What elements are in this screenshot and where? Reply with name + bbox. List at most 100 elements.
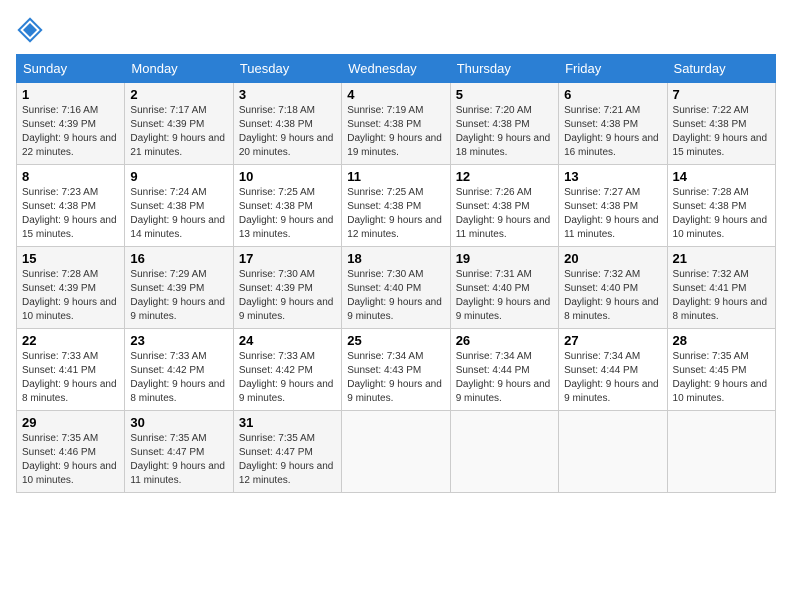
day-info: Sunrise: 7:32 AMSunset: 4:40 PMDaylight:… — [564, 269, 659, 322]
day-info: Sunrise: 7:26 AMSunset: 4:38 PMDaylight:… — [456, 187, 551, 240]
day-number: 12 — [456, 169, 553, 184]
calendar-cell: 31 Sunrise: 7:35 AMSunset: 4:47 PMDaylig… — [233, 411, 341, 493]
day-info: Sunrise: 7:17 AMSunset: 4:39 PMDaylight:… — [130, 105, 225, 158]
day-number: 6 — [564, 87, 661, 102]
weekday-header-saturday: Saturday — [667, 55, 775, 83]
day-info: Sunrise: 7:35 AMSunset: 4:47 PMDaylight:… — [130, 433, 225, 486]
weekday-header-thursday: Thursday — [450, 55, 558, 83]
calendar-table: SundayMondayTuesdayWednesdayThursdayFrid… — [16, 54, 776, 493]
weekday-header-friday: Friday — [559, 55, 667, 83]
day-number: 20 — [564, 251, 661, 266]
day-number: 27 — [564, 333, 661, 348]
calendar-cell: 28 Sunrise: 7:35 AMSunset: 4:45 PMDaylig… — [667, 329, 775, 411]
calendar-week-row: 22 Sunrise: 7:33 AMSunset: 4:41 PMDaylig… — [17, 329, 776, 411]
calendar-cell: 27 Sunrise: 7:34 AMSunset: 4:44 PMDaylig… — [559, 329, 667, 411]
calendar-cell: 17 Sunrise: 7:30 AMSunset: 4:39 PMDaylig… — [233, 247, 341, 329]
day-info: Sunrise: 7:34 AMSunset: 4:44 PMDaylight:… — [456, 351, 551, 404]
day-info: Sunrise: 7:25 AMSunset: 4:38 PMDaylight:… — [239, 187, 334, 240]
day-number: 23 — [130, 333, 227, 348]
day-number: 11 — [347, 169, 444, 184]
day-info: Sunrise: 7:24 AMSunset: 4:38 PMDaylight:… — [130, 187, 225, 240]
calendar-cell: 12 Sunrise: 7:26 AMSunset: 4:38 PMDaylig… — [450, 165, 558, 247]
day-number: 1 — [22, 87, 119, 102]
day-info: Sunrise: 7:35 AMSunset: 4:46 PMDaylight:… — [22, 433, 117, 486]
calendar-cell: 14 Sunrise: 7:28 AMSunset: 4:38 PMDaylig… — [667, 165, 775, 247]
day-number: 2 — [130, 87, 227, 102]
page-header — [16, 16, 776, 44]
day-info: Sunrise: 7:29 AMSunset: 4:39 PMDaylight:… — [130, 269, 225, 322]
weekday-header-wednesday: Wednesday — [342, 55, 450, 83]
calendar-cell: 22 Sunrise: 7:33 AMSunset: 4:41 PMDaylig… — [17, 329, 125, 411]
calendar-cell: 3 Sunrise: 7:18 AMSunset: 4:38 PMDayligh… — [233, 83, 341, 165]
day-info: Sunrise: 7:28 AMSunset: 4:39 PMDaylight:… — [22, 269, 117, 322]
calendar-cell — [559, 411, 667, 493]
day-number: 14 — [673, 169, 770, 184]
day-info: Sunrise: 7:22 AMSunset: 4:38 PMDaylight:… — [673, 105, 768, 158]
day-number: 15 — [22, 251, 119, 266]
day-number: 25 — [347, 333, 444, 348]
day-info: Sunrise: 7:34 AMSunset: 4:44 PMDaylight:… — [564, 351, 659, 404]
calendar-cell: 21 Sunrise: 7:32 AMSunset: 4:41 PMDaylig… — [667, 247, 775, 329]
day-number: 13 — [564, 169, 661, 184]
day-info: Sunrise: 7:33 AMSunset: 4:42 PMDaylight:… — [130, 351, 225, 404]
calendar-cell: 15 Sunrise: 7:28 AMSunset: 4:39 PMDaylig… — [17, 247, 125, 329]
calendar-cell: 25 Sunrise: 7:34 AMSunset: 4:43 PMDaylig… — [342, 329, 450, 411]
calendar-cell: 13 Sunrise: 7:27 AMSunset: 4:38 PMDaylig… — [559, 165, 667, 247]
day-info: Sunrise: 7:20 AMSunset: 4:38 PMDaylight:… — [456, 105, 551, 158]
logo-icon — [16, 16, 44, 44]
calendar-cell: 23 Sunrise: 7:33 AMSunset: 4:42 PMDaylig… — [125, 329, 233, 411]
day-info: Sunrise: 7:21 AMSunset: 4:38 PMDaylight:… — [564, 105, 659, 158]
day-info: Sunrise: 7:18 AMSunset: 4:38 PMDaylight:… — [239, 105, 334, 158]
day-number: 18 — [347, 251, 444, 266]
day-info: Sunrise: 7:30 AMSunset: 4:40 PMDaylight:… — [347, 269, 442, 322]
day-number: 26 — [456, 333, 553, 348]
calendar-cell — [667, 411, 775, 493]
day-number: 30 — [130, 415, 227, 430]
day-number: 21 — [673, 251, 770, 266]
calendar-cell: 8 Sunrise: 7:23 AMSunset: 4:38 PMDayligh… — [17, 165, 125, 247]
day-info: Sunrise: 7:33 AMSunset: 4:41 PMDaylight:… — [22, 351, 117, 404]
calendar-cell: 11 Sunrise: 7:25 AMSunset: 4:38 PMDaylig… — [342, 165, 450, 247]
day-info: Sunrise: 7:19 AMSunset: 4:38 PMDaylight:… — [347, 105, 442, 158]
day-info: Sunrise: 7:30 AMSunset: 4:39 PMDaylight:… — [239, 269, 334, 322]
day-number: 8 — [22, 169, 119, 184]
logo — [16, 16, 48, 44]
calendar-cell: 10 Sunrise: 7:25 AMSunset: 4:38 PMDaylig… — [233, 165, 341, 247]
day-number: 31 — [239, 415, 336, 430]
day-info: Sunrise: 7:32 AMSunset: 4:41 PMDaylight:… — [673, 269, 768, 322]
calendar-cell: 16 Sunrise: 7:29 AMSunset: 4:39 PMDaylig… — [125, 247, 233, 329]
calendar-cell: 9 Sunrise: 7:24 AMSunset: 4:38 PMDayligh… — [125, 165, 233, 247]
day-info: Sunrise: 7:16 AMSunset: 4:39 PMDaylight:… — [22, 105, 117, 158]
weekday-header-monday: Monday — [125, 55, 233, 83]
day-info: Sunrise: 7:35 AMSunset: 4:45 PMDaylight:… — [673, 351, 768, 404]
day-number: 9 — [130, 169, 227, 184]
day-info: Sunrise: 7:25 AMSunset: 4:38 PMDaylight:… — [347, 187, 442, 240]
calendar-week-row: 1 Sunrise: 7:16 AMSunset: 4:39 PMDayligh… — [17, 83, 776, 165]
day-info: Sunrise: 7:27 AMSunset: 4:38 PMDaylight:… — [564, 187, 659, 240]
calendar-cell: 1 Sunrise: 7:16 AMSunset: 4:39 PMDayligh… — [17, 83, 125, 165]
day-info: Sunrise: 7:34 AMSunset: 4:43 PMDaylight:… — [347, 351, 442, 404]
day-number: 3 — [239, 87, 336, 102]
day-number: 24 — [239, 333, 336, 348]
day-number: 29 — [22, 415, 119, 430]
calendar-cell: 26 Sunrise: 7:34 AMSunset: 4:44 PMDaylig… — [450, 329, 558, 411]
day-info: Sunrise: 7:23 AMSunset: 4:38 PMDaylight:… — [22, 187, 117, 240]
calendar-week-row: 15 Sunrise: 7:28 AMSunset: 4:39 PMDaylig… — [17, 247, 776, 329]
day-info: Sunrise: 7:31 AMSunset: 4:40 PMDaylight:… — [456, 269, 551, 322]
calendar-cell: 6 Sunrise: 7:21 AMSunset: 4:38 PMDayligh… — [559, 83, 667, 165]
calendar-cell: 5 Sunrise: 7:20 AMSunset: 4:38 PMDayligh… — [450, 83, 558, 165]
calendar-cell: 18 Sunrise: 7:30 AMSunset: 4:40 PMDaylig… — [342, 247, 450, 329]
day-number: 28 — [673, 333, 770, 348]
calendar-week-row: 8 Sunrise: 7:23 AMSunset: 4:38 PMDayligh… — [17, 165, 776, 247]
day-info: Sunrise: 7:33 AMSunset: 4:42 PMDaylight:… — [239, 351, 334, 404]
day-number: 17 — [239, 251, 336, 266]
calendar-cell: 24 Sunrise: 7:33 AMSunset: 4:42 PMDaylig… — [233, 329, 341, 411]
day-number: 22 — [22, 333, 119, 348]
weekday-header-row: SundayMondayTuesdayWednesdayThursdayFrid… — [17, 55, 776, 83]
calendar-cell: 2 Sunrise: 7:17 AMSunset: 4:39 PMDayligh… — [125, 83, 233, 165]
calendar-cell: 19 Sunrise: 7:31 AMSunset: 4:40 PMDaylig… — [450, 247, 558, 329]
day-number: 5 — [456, 87, 553, 102]
calendar-cell — [342, 411, 450, 493]
day-number: 4 — [347, 87, 444, 102]
weekday-header-sunday: Sunday — [17, 55, 125, 83]
